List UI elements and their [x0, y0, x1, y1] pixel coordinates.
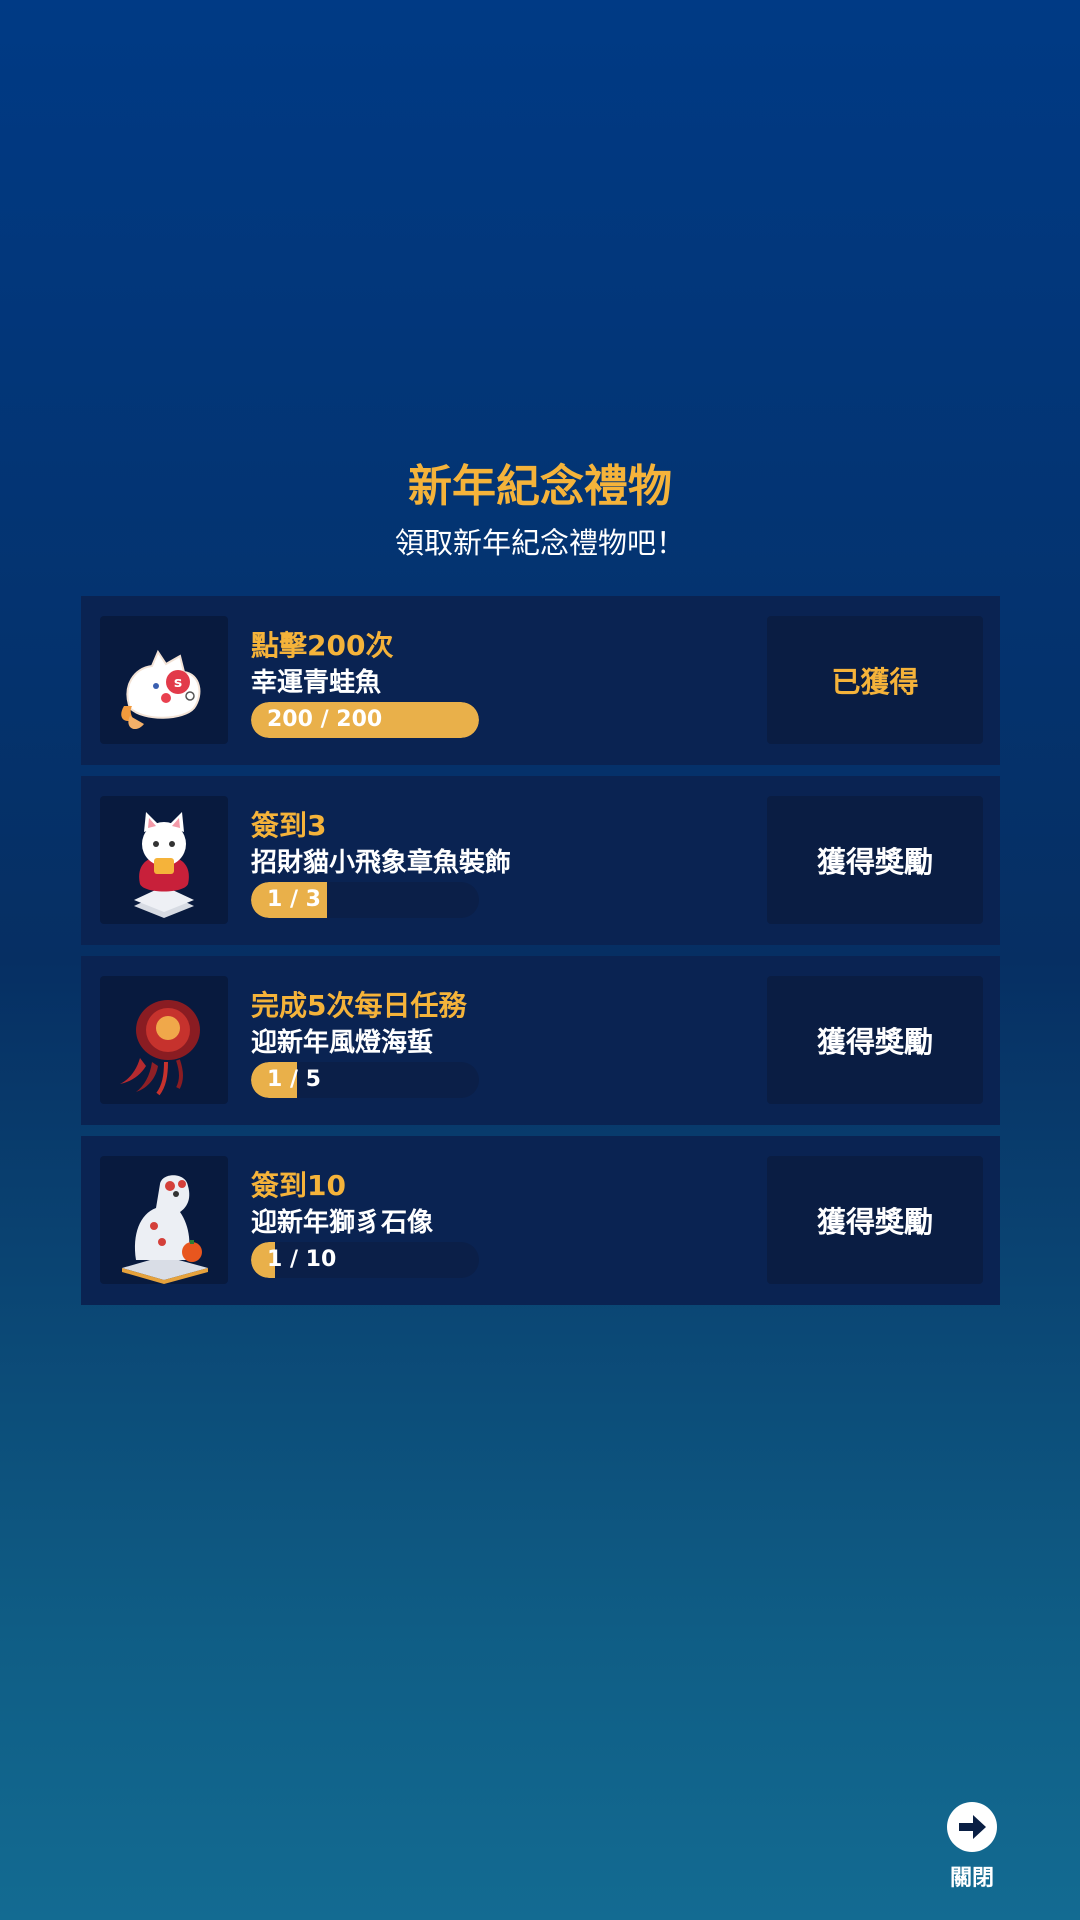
lucky-frog-fish-icon: s: [100, 616, 228, 744]
claim-reward-button[interactable]: 獲得獎勵: [767, 796, 983, 924]
progress-text: 1 / 10: [267, 1247, 337, 1272]
claim-reward-button[interactable]: 獲得獎勵: [767, 976, 983, 1104]
page-subtitle: 領取新年紀念禮物吧！: [394, 526, 685, 560]
progress-text: 1 / 3: [267, 887, 321, 912]
progress-bar: 1 / 3: [251, 882, 479, 918]
reward-name: 迎新年風燈海蜇: [251, 1028, 434, 1058]
reward-card: 簽到3 招財貓小飛象章魚裝飾 1 / 3 獲得獎勵: [81, 776, 1000, 945]
reward-name: 招財貓小飛象章魚裝飾: [251, 848, 512, 878]
progress-bar: 200 / 200: [251, 702, 479, 738]
task-title: 點擊200次: [251, 629, 394, 662]
reward-card: 簽到10 迎新年獅豸石像 1 / 10 獲得獎勵: [81, 1136, 1000, 1305]
progress-bar: 1 / 5: [251, 1062, 479, 1098]
task-title: 簽到10: [251, 1169, 346, 1202]
page-title: 新年紀念禮物: [408, 461, 672, 512]
arrow-right-circle-icon[interactable]: [947, 1802, 997, 1852]
claimed-button[interactable]: 已獲得: [767, 616, 983, 744]
reward-name: 幸運青蛙魚: [251, 668, 382, 698]
task-title: 簽到3: [251, 809, 327, 842]
reward-name: 迎新年獅豸石像: [251, 1208, 434, 1238]
close-button[interactable]: 關閉: [944, 1802, 1000, 1892]
progress-bar: 1 / 10: [251, 1242, 479, 1278]
claim-reward-button[interactable]: 獲得獎勵: [767, 1156, 983, 1284]
reward-card: s 點擊200次 幸運青蛙魚 200 / 200 已獲得: [81, 596, 1000, 765]
lantern-jellyfish-icon: [100, 976, 228, 1104]
lion-statue-icon: [100, 1156, 228, 1284]
close-label[interactable]: 關閉: [944, 1860, 1000, 1892]
progress-text: 200 / 200: [267, 707, 383, 732]
reward-card: 完成5次每日任務 迎新年風燈海蜇 1 / 5 獲得獎勵: [81, 956, 1000, 1125]
progress-text: 1 / 5: [267, 1067, 321, 1092]
reward-list: s 點擊200次 幸運青蛙魚 200 / 200 已獲得 簽到3 招財貓小飛象章…: [81, 596, 1000, 1316]
svg-text:s: s: [174, 675, 182, 691]
lucky-cat-octopus-icon: [100, 796, 228, 924]
task-title: 完成5次每日任務: [251, 989, 467, 1022]
